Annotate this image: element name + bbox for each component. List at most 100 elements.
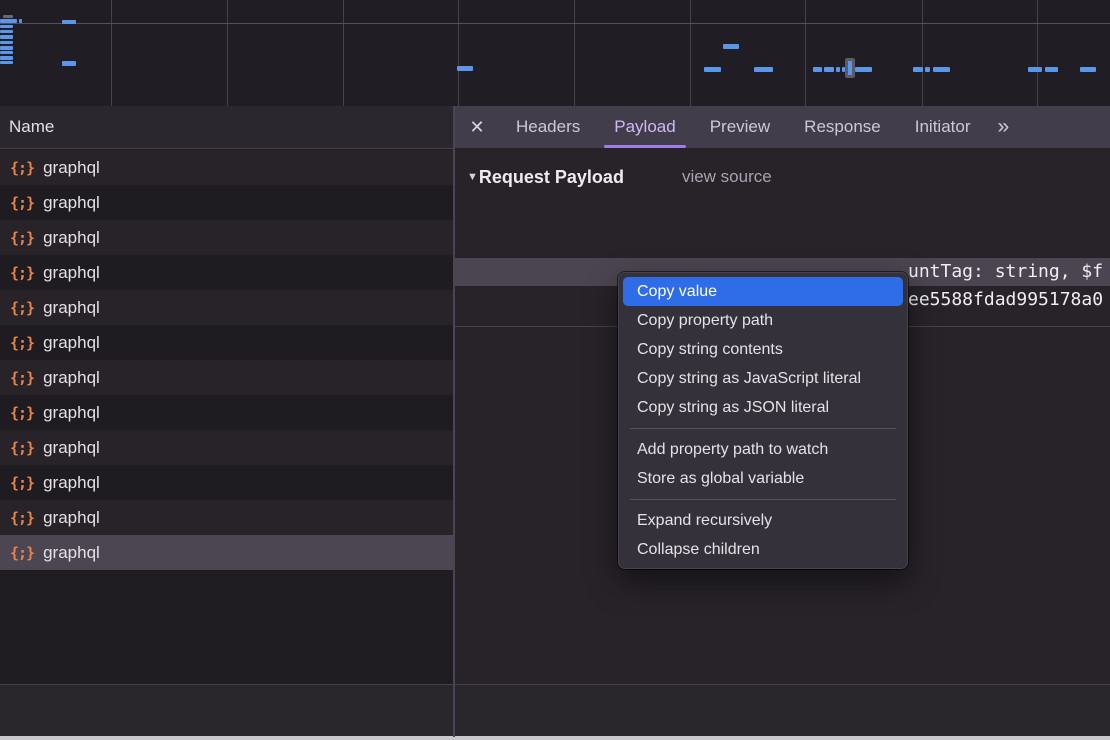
details-tab-bar: ✕ HeadersPayloadPreviewResponseInitiator… [455, 106, 1110, 148]
request-payload-section-header[interactable]: ▼ Request Payload view source [467, 163, 772, 191]
request-name: graphql [43, 193, 100, 213]
json-braces-icon: {;} [0, 299, 43, 317]
menu-item-store-as-global-variable[interactable]: Store as global variable [623, 464, 903, 493]
name-column-label: Name [0, 117, 54, 137]
waterfall-bar [0, 56, 13, 60]
tree-row-root[interactable]: ▼ {operationName: "ipFlowTimeseries", va… [455, 202, 1110, 230]
json-braces-icon: {;} [0, 439, 43, 457]
json-braces-icon: {;} [0, 544, 43, 562]
waterfall-bar [813, 67, 822, 72]
overview-gridline [343, 0, 344, 106]
waterfall-bar [855, 67, 872, 72]
waterfall-bar [0, 19, 17, 23]
json-braces-icon: {;} [0, 264, 43, 282]
json-braces-icon: {;} [0, 159, 43, 177]
request-row[interactable]: {;}graphql [0, 360, 453, 395]
waterfall-bar [457, 66, 473, 71]
request-name: graphql [43, 158, 100, 178]
waterfall-bar [824, 67, 834, 72]
menu-separator [630, 499, 896, 500]
waterfall-bar [925, 67, 930, 72]
waterfall-bar [836, 67, 840, 72]
json-braces-icon: {;} [0, 404, 43, 422]
more-tabs-icon[interactable]: » [987, 106, 1023, 148]
menu-separator [630, 428, 896, 429]
tab-response[interactable]: Response [787, 106, 898, 148]
request-row[interactable]: {;}graphql [0, 325, 453, 360]
menu-item-copy-string-as-json-literal[interactable]: Copy string as JSON literal [623, 393, 903, 422]
tab-headers[interactable]: Headers [499, 106, 597, 148]
waterfall-bar [0, 46, 13, 50]
request-name: graphql [43, 403, 100, 423]
waterfall-bar [0, 30, 13, 33]
request-row[interactable]: {;}graphql [0, 255, 453, 290]
waterfall-bar [933, 67, 950, 72]
request-name: graphql [43, 333, 100, 353]
name-column-header[interactable]: Name [0, 106, 453, 149]
request-row[interactable]: {;}graphql [0, 290, 453, 325]
menu-item-copy-string-contents[interactable]: Copy string contents [623, 335, 903, 364]
waterfall-bar [62, 61, 76, 66]
overview-gridline [805, 0, 806, 106]
json-braces-icon: {;} [0, 194, 43, 212]
close-icon[interactable]: ✕ [455, 106, 499, 148]
menu-item-add-property-path-to-watch[interactable]: Add property path to watch [623, 435, 903, 464]
waterfall-bar [62, 20, 76, 24]
view-source-link[interactable]: view source [682, 167, 772, 187]
request-row[interactable]: {;}graphql [0, 220, 453, 255]
window-bottom-edge [0, 736, 1110, 740]
panel-split-divider[interactable] [453, 106, 455, 737]
request-row[interactable]: {;}graphql [0, 500, 453, 535]
waterfall-bar [0, 51, 13, 54]
overview-gridline [111, 0, 112, 106]
selected-request-marker [845, 58, 855, 78]
request-row[interactable]: {;}graphql [0, 430, 453, 465]
waterfall-bar [1080, 67, 1096, 72]
footer-area [0, 685, 1110, 736]
overview-gridline [922, 0, 923, 106]
request-name: graphql [43, 508, 100, 528]
json-braces-icon: {;} [0, 509, 43, 527]
json-braces-icon: {;} [0, 334, 43, 352]
request-name: graphql [43, 263, 100, 283]
request-row[interactable]: {;}graphql [0, 535, 453, 570]
request-name: graphql [43, 298, 100, 318]
tab-preview[interactable]: Preview [693, 106, 787, 148]
waterfall-bar [704, 67, 721, 72]
menu-item-copy-value[interactable]: Copy value [623, 277, 903, 306]
network-overview-strip[interactable] [0, 0, 1110, 107]
json-braces-icon: {;} [0, 369, 43, 387]
section-title: Request Payload [479, 167, 624, 188]
property-value-continuation: untTag: string, $f [908, 258, 1103, 286]
json-braces-icon: {;} [0, 474, 43, 492]
request-row[interactable]: {;}graphql [0, 465, 453, 500]
tabs-container: HeadersPayloadPreviewResponseInitiator [499, 106, 987, 148]
overview-gridline [690, 0, 691, 106]
request-name: graphql [43, 438, 100, 458]
waterfall-bar [1028, 67, 1042, 72]
menu-item-collapse-children[interactable]: Collapse children [623, 535, 903, 564]
collapse-triangle-icon: ▼ [467, 171, 478, 183]
tab-payload[interactable]: Payload [597, 106, 692, 148]
overview-gridline [1037, 0, 1038, 106]
waterfall-bar [19, 19, 22, 23]
waterfall-bar [1045, 67, 1058, 72]
property-value-continuation: ee5588fdad995178a0 [908, 286, 1103, 314]
json-braces-icon: {;} [0, 229, 43, 247]
waterfall-bar [0, 61, 13, 64]
overview-gray-stub [3, 15, 13, 18]
waterfall-bar [0, 25, 13, 28]
request-name: graphql [43, 543, 100, 563]
tab-initiator[interactable]: Initiator [898, 106, 988, 148]
menu-item-copy-property-path[interactable]: Copy property path [623, 306, 903, 335]
overview-gridline [574, 0, 575, 106]
waterfall-bar [0, 35, 13, 39]
menu-item-expand-recursively[interactable]: Expand recursively [623, 506, 903, 535]
request-row[interactable]: {;}graphql [0, 395, 453, 430]
request-row[interactable]: {;}graphql [0, 185, 453, 220]
tree-row-operation-name[interactable]: operationName: "ipFlowTimeseries" [455, 230, 1110, 258]
menu-item-copy-string-as-javascript-literal[interactable]: Copy string as JavaScript literal [623, 364, 903, 393]
waterfall-bar [0, 41, 13, 44]
request-name: graphql [43, 228, 100, 248]
request-row[interactable]: {;}graphql [0, 150, 453, 185]
